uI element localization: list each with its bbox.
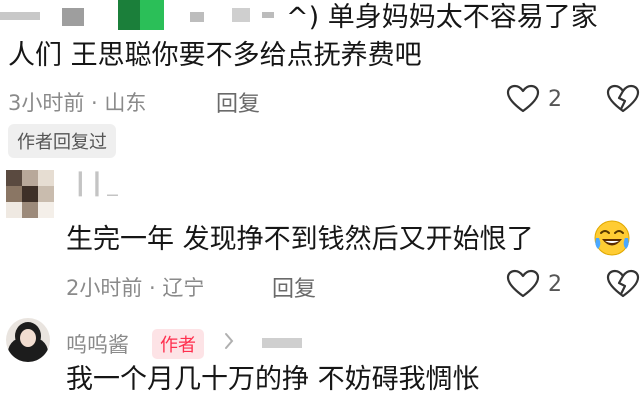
blurred-username-strip xyxy=(0,0,300,36)
author-badge: 作者 xyxy=(152,329,204,359)
broken-heart-icon xyxy=(606,84,640,114)
author-replied-pill[interactable]: 作者回复过 xyxy=(8,124,116,158)
comment-2-like-count: 2 xyxy=(548,271,562,297)
comment-1-text-line2: 人们 王思聪你要不多给点抚养费吧 xyxy=(8,40,422,71)
comment-2-username[interactable]: ┃┃_ xyxy=(74,172,122,196)
avatar[interactable] xyxy=(6,318,50,362)
comment-2-text: 生完一年 发现挣不到钱然后又开始恨了 xyxy=(66,224,534,255)
comment-3-username[interactable]: 呜呜酱 xyxy=(66,329,129,359)
broken-heart-icon xyxy=(606,269,640,299)
comment-2-meta: 2小时前 · 辽宁 xyxy=(66,276,205,300)
comment-2-reply-button[interactable]: 回复 xyxy=(272,271,316,303)
heart-outline-icon xyxy=(506,84,540,114)
comment-1-like-count: 2 xyxy=(548,86,562,112)
laughing-tears-emoji xyxy=(592,218,632,262)
comment-1-text-line1: ^) 单身妈妈太不容易了家 xyxy=(286,2,598,33)
comment-1-reply-button[interactable]: 回复 xyxy=(216,86,260,118)
chevron-right-icon xyxy=(224,332,234,354)
comment-1-like-button[interactable]: 2 xyxy=(506,84,562,114)
comment-3-text: 我一个月几十万的挣 不妨碍我惆怅 xyxy=(66,364,480,395)
comment-1-dislike-button[interactable] xyxy=(606,84,640,114)
comment-section: ^) 单身妈妈太不容易了家 人们 王思聪你要不多给点抚养费吧 3小时前 · 山东… xyxy=(0,0,640,406)
comment-2-dislike-button[interactable] xyxy=(606,269,640,299)
avatar[interactable] xyxy=(6,170,54,218)
blurred-username-suffix xyxy=(262,338,302,348)
comment-1-meta: 3小时前 · 山东 xyxy=(8,91,147,115)
comment-2-like-button[interactable]: 2 xyxy=(506,269,562,299)
heart-outline-icon xyxy=(506,269,540,299)
